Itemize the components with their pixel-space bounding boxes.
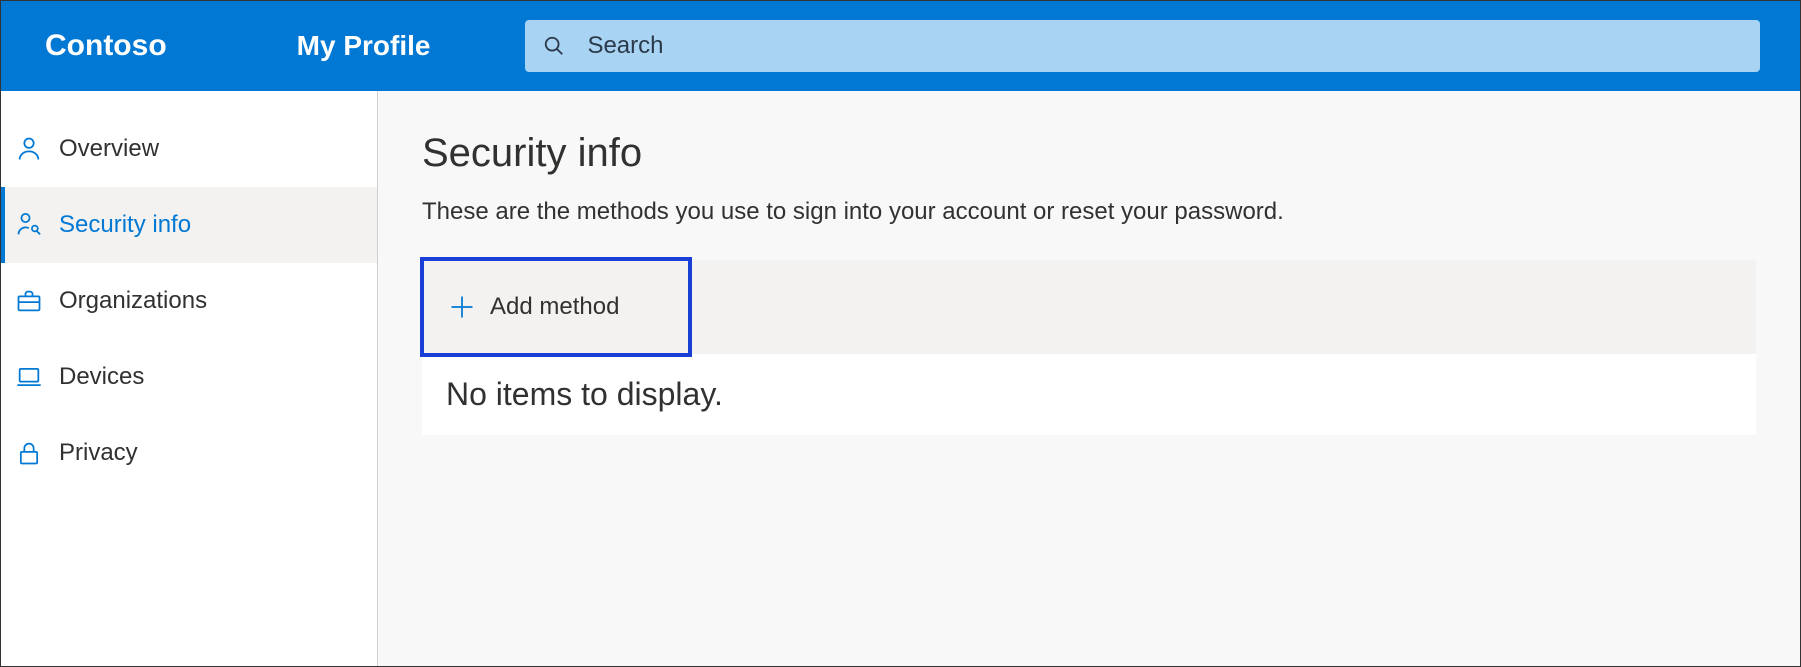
sidebar-item-organizations[interactable]: Organizations xyxy=(1,263,377,339)
sidebar-item-label: Overview xyxy=(59,135,159,163)
header: Contoso My Profile xyxy=(1,1,1800,91)
page-section-label: My Profile xyxy=(297,30,431,62)
sidebar-item-devices[interactable]: Devices xyxy=(1,339,377,415)
sidebar: Overview Security info Or xyxy=(1,91,378,666)
add-method-label: Add method xyxy=(490,293,619,321)
methods-toolbar: Add method xyxy=(422,260,1756,354)
sidebar-item-label: Organizations xyxy=(59,287,207,315)
no-items-message: No items to display. xyxy=(446,376,1732,413)
person-icon xyxy=(15,135,43,163)
laptop-icon xyxy=(15,363,43,391)
sidebar-item-privacy[interactable]: Privacy xyxy=(1,415,377,491)
sidebar-item-security-info[interactable]: Security info xyxy=(1,187,377,263)
sidebar-item-label: Security info xyxy=(59,211,191,239)
items-panel: No items to display. xyxy=(422,354,1756,435)
plus-icon xyxy=(448,293,476,321)
briefcase-icon xyxy=(15,287,43,315)
brand-name: Contoso xyxy=(45,29,167,63)
lock-icon xyxy=(15,439,43,467)
sidebar-item-label: Privacy xyxy=(59,439,138,467)
search-input[interactable] xyxy=(587,32,1742,60)
search-icon xyxy=(543,35,565,57)
main-content: Security info These are the methods you … xyxy=(378,91,1800,666)
person-key-icon xyxy=(15,211,43,239)
add-method-button[interactable]: Add method xyxy=(420,257,692,357)
page-title: Security info xyxy=(422,131,1756,176)
search-container[interactable] xyxy=(525,20,1760,72)
page-subtitle: These are the methods you use to sign in… xyxy=(422,198,1756,226)
sidebar-item-overview[interactable]: Overview xyxy=(1,111,377,187)
sidebar-item-label: Devices xyxy=(59,363,144,391)
